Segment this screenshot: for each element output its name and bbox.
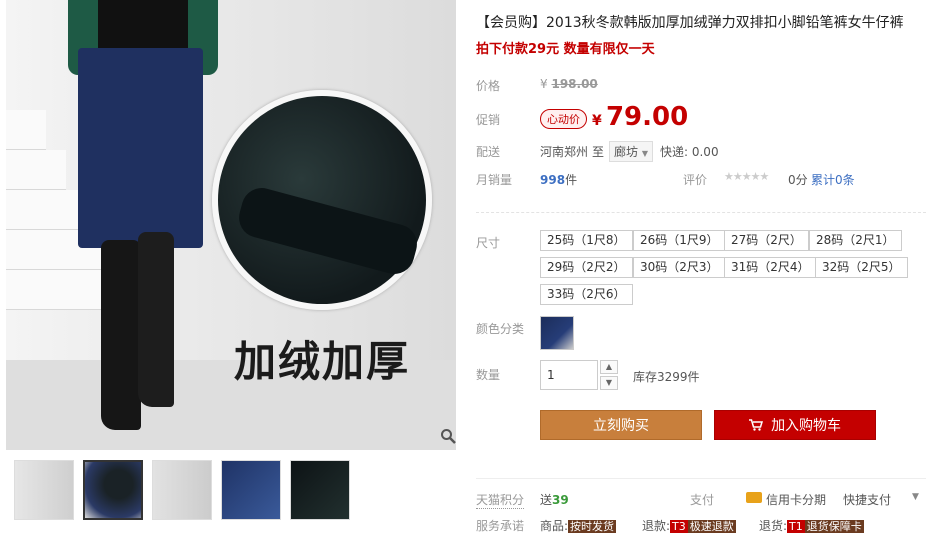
- size-option[interactable]: 32码（2尺5）: [815, 257, 908, 278]
- thumbnail-5[interactable]: [290, 460, 350, 520]
- buy-now-button[interactable]: 立刻购买: [540, 410, 702, 440]
- ship-from: 河南郑州: [540, 145, 589, 159]
- rating-score: 0分: [788, 173, 808, 187]
- original-price: ¥ 198.00: [540, 77, 598, 91]
- stock-count: 库存3299件: [633, 370, 700, 384]
- ship-to-prefix: 至: [592, 145, 605, 159]
- cart-icon: [748, 419, 767, 434]
- size-option[interactable]: 25码（1尺8）: [540, 230, 633, 251]
- promo-text: 拍下付款29元 数量有限仅一天: [476, 42, 655, 57]
- ship-destination-select[interactable]: 廊坊 ▼: [609, 141, 653, 162]
- pay-quick[interactable]: 快捷支付: [843, 491, 891, 508]
- pay-credit-installment[interactable]: 信用卡分期: [766, 491, 826, 508]
- ship-label: 配送: [476, 145, 501, 159]
- image-overlay-text: 加绒加厚: [234, 337, 411, 386]
- qty-label: 数量: [476, 368, 501, 382]
- sales-label: 月销量: [476, 173, 513, 187]
- main-product-image[interactable]: 加绒加厚: [6, 0, 456, 450]
- size-option[interactable]: 27码（2尺）: [724, 230, 809, 251]
- chevron-down-icon: ▼: [641, 149, 648, 158]
- rating-label: 评价: [683, 173, 708, 187]
- color-label: 颜色分类: [476, 322, 525, 336]
- magnifier-icon[interactable]: [438, 428, 456, 448]
- fabric-closeup: [212, 90, 432, 310]
- size-option[interactable]: 26码（1尺9）: [633, 230, 726, 251]
- points-value: 送39: [540, 493, 569, 507]
- add-to-cart-button[interactable]: 加入购物车: [714, 410, 876, 440]
- thumbnail-1[interactable]: [14, 460, 74, 520]
- size-option[interactable]: 33码（2尺6）: [540, 284, 633, 305]
- price-label: 价格: [476, 79, 501, 93]
- service-return[interactable]: 退货: T1 退货保障卡: [759, 517, 864, 533]
- quantity-input[interactable]: 1: [540, 360, 598, 390]
- size-option[interactable]: 28码（2尺1）: [809, 230, 902, 251]
- quantity-increase-button[interactable]: ▲: [600, 360, 618, 374]
- thumbnail-2[interactable]: [83, 460, 143, 520]
- model-jeans: [78, 48, 203, 248]
- divider: [476, 212, 926, 213]
- service-refund[interactable]: 退款: T3 极速退款: [642, 517, 736, 533]
- points-label[interactable]: 天猫积分: [476, 491, 525, 509]
- pay-label: 支付: [690, 493, 715, 507]
- sale-price: ¥ 79.00: [592, 102, 689, 132]
- size-option[interactable]: 30码（2尺3）: [633, 257, 726, 278]
- color-swatch[interactable]: [540, 316, 574, 350]
- model-boot-right: [138, 232, 174, 407]
- service-goods[interactable]: 商品: 按时发货: [540, 517, 617, 533]
- service-label: 服务承诺: [476, 519, 525, 533]
- ship-fee: 快递: 0.00: [660, 145, 719, 159]
- size-label: 尺寸: [476, 236, 501, 250]
- divider: [476, 478, 926, 479]
- model-boot-left: [101, 240, 141, 430]
- quantity-decrease-button[interactable]: ▼: [600, 376, 618, 390]
- chevron-down-icon[interactable]: ▼: [912, 492, 919, 502]
- size-option[interactable]: 29码（2尺2）: [540, 257, 633, 278]
- promo-badge: 心动价: [540, 109, 587, 129]
- size-option[interactable]: 31码（2尺4）: [724, 257, 817, 278]
- product-title: 【会员购】2013秋冬款韩版加厚加绒弹力双排扣小脚铅笔裤女牛仔裤: [476, 15, 904, 31]
- thumbnail-4[interactable]: [221, 460, 281, 520]
- sales-count: 998件: [540, 173, 578, 187]
- rating-stars-icon: ★★★★★: [724, 170, 769, 183]
- thumbnail-3[interactable]: [152, 460, 212, 520]
- reviews-link[interactable]: 累计0条: [811, 171, 855, 188]
- credit-card-icon: [746, 492, 762, 503]
- promo-label: 促销: [476, 113, 501, 127]
